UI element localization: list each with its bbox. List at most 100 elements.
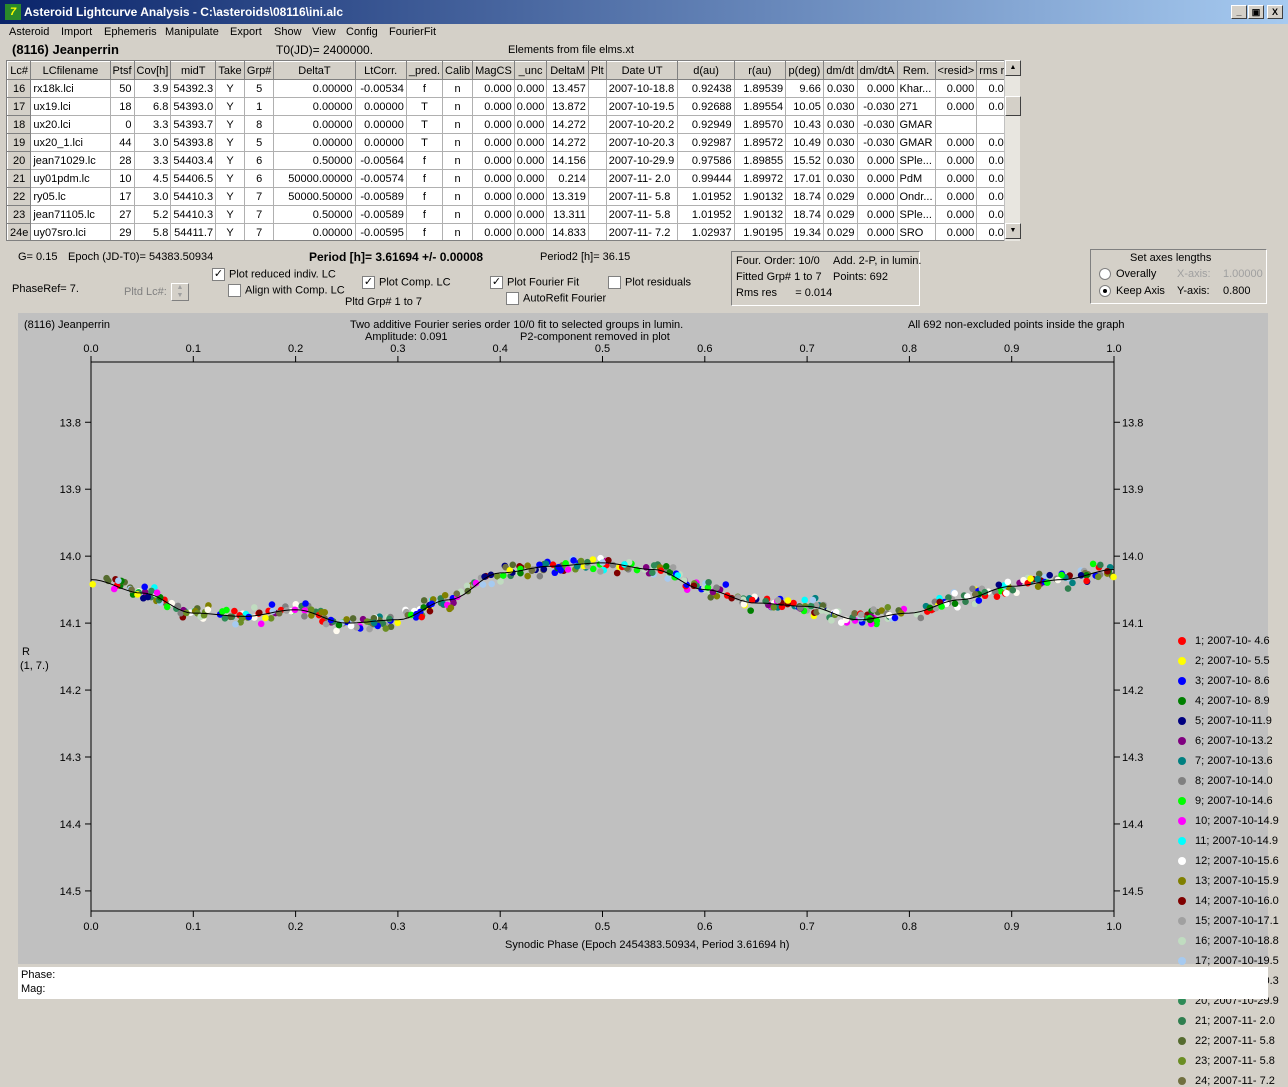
table-row[interactable]: 21 uy01pdm.lc 10 4.5 54406.5 Y 6 50000.00000 -0.… <box>7 169 1019 188</box>
table-cell[interactable]: 2007-11- 5.8 <box>605 205 679 224</box>
table-cell[interactable]: 2007-10-18.8 <box>605 79 679 98</box>
table-cell[interactable]: 7 <box>243 205 275 224</box>
column-header[interactable]: DeltaT <box>273 61 356 80</box>
column-header[interactable]: Cov[h] <box>133 61 172 80</box>
table-cell[interactable]: n <box>442 97 474 116</box>
table-cell[interactable]: 2007-10-29.9 <box>605 151 679 170</box>
overally-radio[interactable]: Overally <box>1099 268 1156 281</box>
table-cell[interactable]: 0.000 <box>934 187 978 206</box>
table-cell[interactable]: 0.000 <box>472 97 515 116</box>
column-header[interactable]: dm/dtA <box>856 61 898 80</box>
row-index-cell[interactable]: 17 <box>7 97 32 116</box>
table-cell[interactable]: 0.000 <box>472 133 515 152</box>
table-cell[interactable]: 0.000 <box>934 97 978 116</box>
table-cell[interactable]: -0.00595 <box>354 223 407 240</box>
table-cell[interactable]: -0.030 <box>856 133 898 152</box>
table-cell[interactable]: 3.9 <box>133 79 172 98</box>
column-header[interactable]: p(deg) <box>785 61 824 80</box>
table-cell[interactable]: -0.00574 <box>354 169 407 188</box>
table-cell[interactable]: 0.000 <box>856 79 898 98</box>
table-cell[interactable]: 0.000 <box>472 223 515 240</box>
table-cell[interactable]: 0.00000 <box>273 79 356 98</box>
table-cell[interactable]: n <box>442 187 474 206</box>
table-cell[interactable]: n <box>442 133 474 152</box>
table-cell[interactable]: 27 <box>109 205 135 224</box>
table-cell[interactable]: 0.000 <box>934 205 978 224</box>
table-cell[interactable]: 0.000 <box>472 151 515 170</box>
table-cell[interactable]: 0.000 <box>934 79 978 98</box>
table-cell[interactable] <box>934 115 978 134</box>
table-cell[interactable]: 19.34 <box>785 223 824 240</box>
menu-fourierfit[interactable]: FourierFit <box>389 26 436 38</box>
column-header[interactable]: Lc# <box>7 61 32 80</box>
x-axis-value[interactable]: 1.00000 <box>1223 268 1263 280</box>
table-cell[interactable]: 50 <box>109 79 135 98</box>
keep-axis-radio[interactable]: Keep Axis <box>1099 285 1165 298</box>
table-cell[interactable] <box>587 133 607 152</box>
table-cell[interactable]: 0.000 <box>472 205 515 224</box>
y-axis-value[interactable]: 0.800 <box>1223 285 1251 297</box>
table-cell[interactable]: 0.000 <box>513 79 548 98</box>
row-index-cell[interactable]: 20 <box>7 151 32 170</box>
table-cell[interactable]: T <box>405 97 444 116</box>
table-cell[interactable]: 54392.3 <box>170 79 217 98</box>
table-cell[interactable]: 0.000 <box>513 97 548 116</box>
table-cell[interactable]: 0.000 <box>856 223 898 240</box>
table-cell[interactable]: -0.00534 <box>354 79 407 98</box>
column-header[interactable]: _unc <box>513 61 548 80</box>
table-cell[interactable]: jean71029.lc <box>30 151 111 170</box>
table-cell[interactable] <box>587 223 607 240</box>
table-row[interactable]: 23 jean71105.lc 27 5.2 54410.3 Y 7 0.50000 -0.00… <box>7 205 1019 224</box>
table-cell[interactable]: -0.00589 <box>354 187 407 206</box>
table-cell[interactable]: 0 <box>109 115 135 134</box>
table-cell[interactable]: Y <box>215 223 245 240</box>
table-cell[interactable]: 3.3 <box>133 151 172 170</box>
column-header[interactable]: Calib <box>442 61 474 80</box>
row-index-cell[interactable]: 23 <box>7 205 32 224</box>
table-cell[interactable]: 0.50000 <box>273 205 356 224</box>
table-cell[interactable]: 13.872 <box>546 97 589 116</box>
table-cell[interactable]: 0.030 <box>822 79 858 98</box>
table-cell[interactable]: 1.89539 <box>733 79 787 98</box>
row-index-cell[interactable]: 21 <box>7 169 32 188</box>
table-row[interactable]: 20 jean71029.lc 28 3.3 54403.4 Y 6 0.50000 -0.00… <box>7 151 1019 170</box>
table-cell[interactable]: 0.000 <box>934 223 978 240</box>
table-cell[interactable]: Y <box>215 115 245 134</box>
restore-button[interactable]: ▣ <box>1248 5 1264 19</box>
table-cell[interactable]: 0.000 <box>934 133 978 152</box>
lightcurve-table[interactable]: Lc# LCfilename Ptsf Cov[h] midT Take Grp# Delta… <box>6 60 1020 241</box>
table-cell[interactable]: ux20.lci <box>30 115 111 134</box>
table-cell[interactable]: 0.50000 <box>273 151 356 170</box>
table-cell[interactable]: 1.90195 <box>733 223 787 240</box>
pltd-lc-spinner[interactable]: ▲ ▼ <box>171 283 189 301</box>
table-cell[interactable]: 3.3 <box>133 115 172 134</box>
table-cell[interactable] <box>587 79 607 98</box>
table-cell[interactable]: Y <box>215 79 245 98</box>
table-cell[interactable]: 0.030 <box>822 169 858 188</box>
menu-export[interactable]: Export <box>230 26 262 38</box>
table-cell[interactable]: 10.43 <box>785 115 824 134</box>
table-cell[interactable]: 1.89572 <box>733 133 787 152</box>
table-cell[interactable]: 0.00000 <box>354 133 407 152</box>
table-cell[interactable]: 0.000 <box>472 79 515 98</box>
table-cell[interactable]: 14.272 <box>546 133 589 152</box>
menu-view[interactable]: View <box>312 26 336 38</box>
table-row[interactable]: 19 ux20_1.lci 44 3.0 54393.8 Y 5 0.00000 0.00000… <box>7 133 1019 152</box>
table-cell[interactable]: Khar... <box>896 79 936 98</box>
table-cell[interactable]: jean71105.lc <box>30 205 111 224</box>
table-cell[interactable]: ry05.lc <box>30 187 111 206</box>
table-cell[interactable]: 3.0 <box>133 133 172 152</box>
table-cell[interactable]: 54410.3 <box>170 205 217 224</box>
table-cell[interactable]: 0.92438 <box>677 79 735 98</box>
scroll-up-button[interactable]: ▲ <box>1005 60 1021 76</box>
table-cell[interactable]: 3.0 <box>133 187 172 206</box>
menu-config[interactable]: Config <box>346 26 378 38</box>
scroll-down-button[interactable]: ▼ <box>1005 223 1021 239</box>
table-cell[interactable]: rx18k.lci <box>30 79 111 98</box>
column-header[interactable]: d(au) <box>677 61 735 80</box>
table-cell[interactable]: 44 <box>109 133 135 152</box>
table-row[interactable]: 17 ux19.lci 18 6.8 54393.0 Y 1 0.00000 0.00000 Tn… <box>7 97 1019 116</box>
table-cell[interactable]: 2007-11- 5.8 <box>605 187 679 206</box>
table-cell[interactable]: 1.90132 <box>733 187 787 206</box>
menu-import[interactable]: Import <box>61 26 92 38</box>
